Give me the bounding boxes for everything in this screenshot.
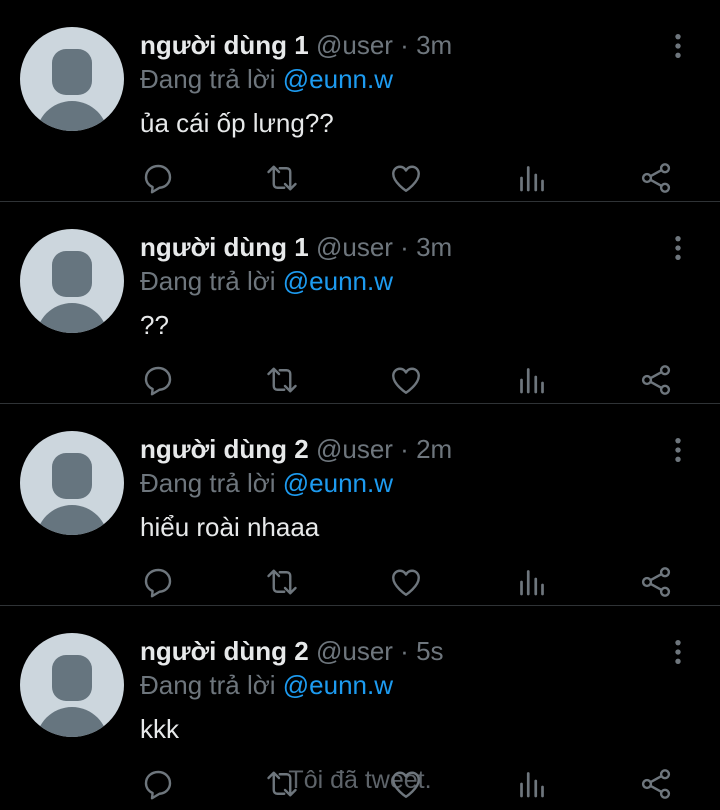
user-handle: @user bbox=[315, 30, 393, 60]
tweet[interactable]: người dùng 2 @user · 5s Đang trả lời @eu… bbox=[0, 606, 720, 808]
user-name[interactable]: người dùng 1 bbox=[140, 232, 309, 262]
retweet-icon[interactable] bbox=[264, 160, 300, 196]
tweet-header: người dùng 1 @user · 3m bbox=[140, 232, 452, 262]
tweet-actions bbox=[140, 362, 700, 402]
tweet-actions bbox=[140, 160, 700, 200]
tweet-header: người dùng 2 @user · 2m bbox=[140, 434, 452, 464]
analytics-icon[interactable] bbox=[514, 564, 550, 600]
share-icon[interactable] bbox=[638, 766, 674, 802]
reply-prefix: Đang trả lời bbox=[140, 64, 283, 94]
tweet[interactable]: người dùng 2 @user · 2m Đang trả lời @eu… bbox=[0, 404, 720, 606]
user-name[interactable]: người dùng 2 bbox=[140, 636, 309, 666]
timestamp[interactable]: 2m bbox=[416, 434, 452, 464]
user-name[interactable]: người dùng 2 bbox=[140, 434, 309, 464]
avatar[interactable] bbox=[20, 27, 124, 131]
like-icon[interactable] bbox=[388, 160, 424, 196]
share-icon[interactable] bbox=[638, 160, 674, 196]
timestamp[interactable]: 5s bbox=[416, 636, 443, 666]
avatar[interactable] bbox=[20, 633, 124, 737]
timestamp[interactable]: 3m bbox=[416, 30, 452, 60]
share-icon[interactable] bbox=[638, 362, 674, 398]
like-icon[interactable] bbox=[388, 766, 424, 802]
tweet[interactable]: người dùng 1 @user · 3m Đang trả lời @eu… bbox=[0, 202, 720, 404]
separator: · bbox=[392, 434, 417, 464]
separator: · bbox=[392, 232, 417, 262]
timestamp[interactable]: 3m bbox=[416, 232, 452, 262]
like-icon[interactable] bbox=[388, 564, 424, 600]
reply-icon[interactable] bbox=[140, 362, 176, 398]
tweet-header: người dùng 1 @user · 3m bbox=[140, 30, 452, 60]
user-handle: @user bbox=[315, 636, 393, 666]
tweet-text: ủa cái ốp lưng?? bbox=[140, 108, 334, 138]
reply-icon[interactable] bbox=[140, 564, 176, 600]
reply-mention-link[interactable]: @eunn.w bbox=[283, 670, 393, 700]
more-icon[interactable] bbox=[664, 234, 692, 262]
tweet-text: kkk bbox=[140, 714, 179, 744]
reply-icon[interactable] bbox=[140, 160, 176, 196]
tweet-text: hiểu roài nhaaa bbox=[140, 512, 320, 542]
tweet-actions bbox=[140, 766, 700, 806]
analytics-icon[interactable] bbox=[514, 766, 550, 802]
separator: · bbox=[392, 636, 417, 666]
reply-prefix: Đang trả lời bbox=[140, 266, 283, 296]
retweet-icon[interactable] bbox=[264, 766, 300, 802]
user-name[interactable]: người dùng 1 bbox=[140, 30, 309, 60]
replying-to: Đang trả lời @eunn.w bbox=[140, 266, 393, 296]
user-handle: @user bbox=[315, 232, 393, 262]
reply-icon[interactable] bbox=[140, 766, 176, 802]
user-handle: @user bbox=[315, 434, 393, 464]
reply-mention-link[interactable]: @eunn.w bbox=[283, 64, 393, 94]
reply-mention-link[interactable]: @eunn.w bbox=[283, 266, 393, 296]
tweet-header: người dùng 2 @user · 5s bbox=[140, 636, 444, 666]
replying-to: Đang trả lời @eunn.w bbox=[140, 64, 393, 94]
tweet[interactable]: người dùng 1 @user · 3m Đang trả lời @eu… bbox=[0, 0, 720, 202]
reply-mention-link[interactable]: @eunn.w bbox=[283, 468, 393, 498]
replying-to: Đang trả lời @eunn.w bbox=[140, 670, 393, 700]
retweet-icon[interactable] bbox=[264, 564, 300, 600]
more-icon[interactable] bbox=[664, 436, 692, 464]
more-icon[interactable] bbox=[664, 32, 692, 60]
avatar[interactable] bbox=[20, 431, 124, 535]
analytics-icon[interactable] bbox=[514, 362, 550, 398]
reply-prefix: Đang trả lời bbox=[140, 468, 283, 498]
retweet-icon[interactable] bbox=[264, 362, 300, 398]
analytics-icon[interactable] bbox=[514, 160, 550, 196]
share-icon[interactable] bbox=[638, 564, 674, 600]
separator: · bbox=[392, 30, 417, 60]
like-icon[interactable] bbox=[388, 362, 424, 398]
replying-to: Đang trả lời @eunn.w bbox=[140, 468, 393, 498]
tweet-actions bbox=[140, 564, 700, 604]
avatar[interactable] bbox=[20, 229, 124, 333]
tweet-text: ?? bbox=[140, 310, 169, 340]
reply-prefix: Đang trả lời bbox=[140, 670, 283, 700]
more-icon[interactable] bbox=[664, 638, 692, 666]
